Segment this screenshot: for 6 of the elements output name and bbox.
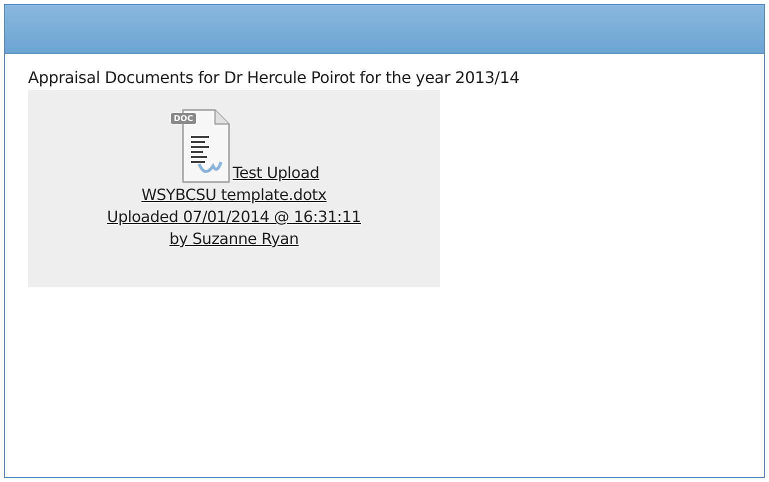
file-type-label: DOC bbox=[170, 113, 196, 124]
page-heading: Appraisal Documents for Dr Hercule Poirot for the year 2013/14 bbox=[28, 68, 520, 87]
document-link[interactable]: Uploaded 07/01/2014 @ 16:31:11 bbox=[107, 206, 361, 228]
document-link[interactable]: Test Upload bbox=[232, 162, 320, 184]
document-link[interactable]: by Suzanne Ryan bbox=[169, 228, 299, 250]
document-link[interactable]: WSYBCSU template.dotx bbox=[141, 184, 327, 206]
